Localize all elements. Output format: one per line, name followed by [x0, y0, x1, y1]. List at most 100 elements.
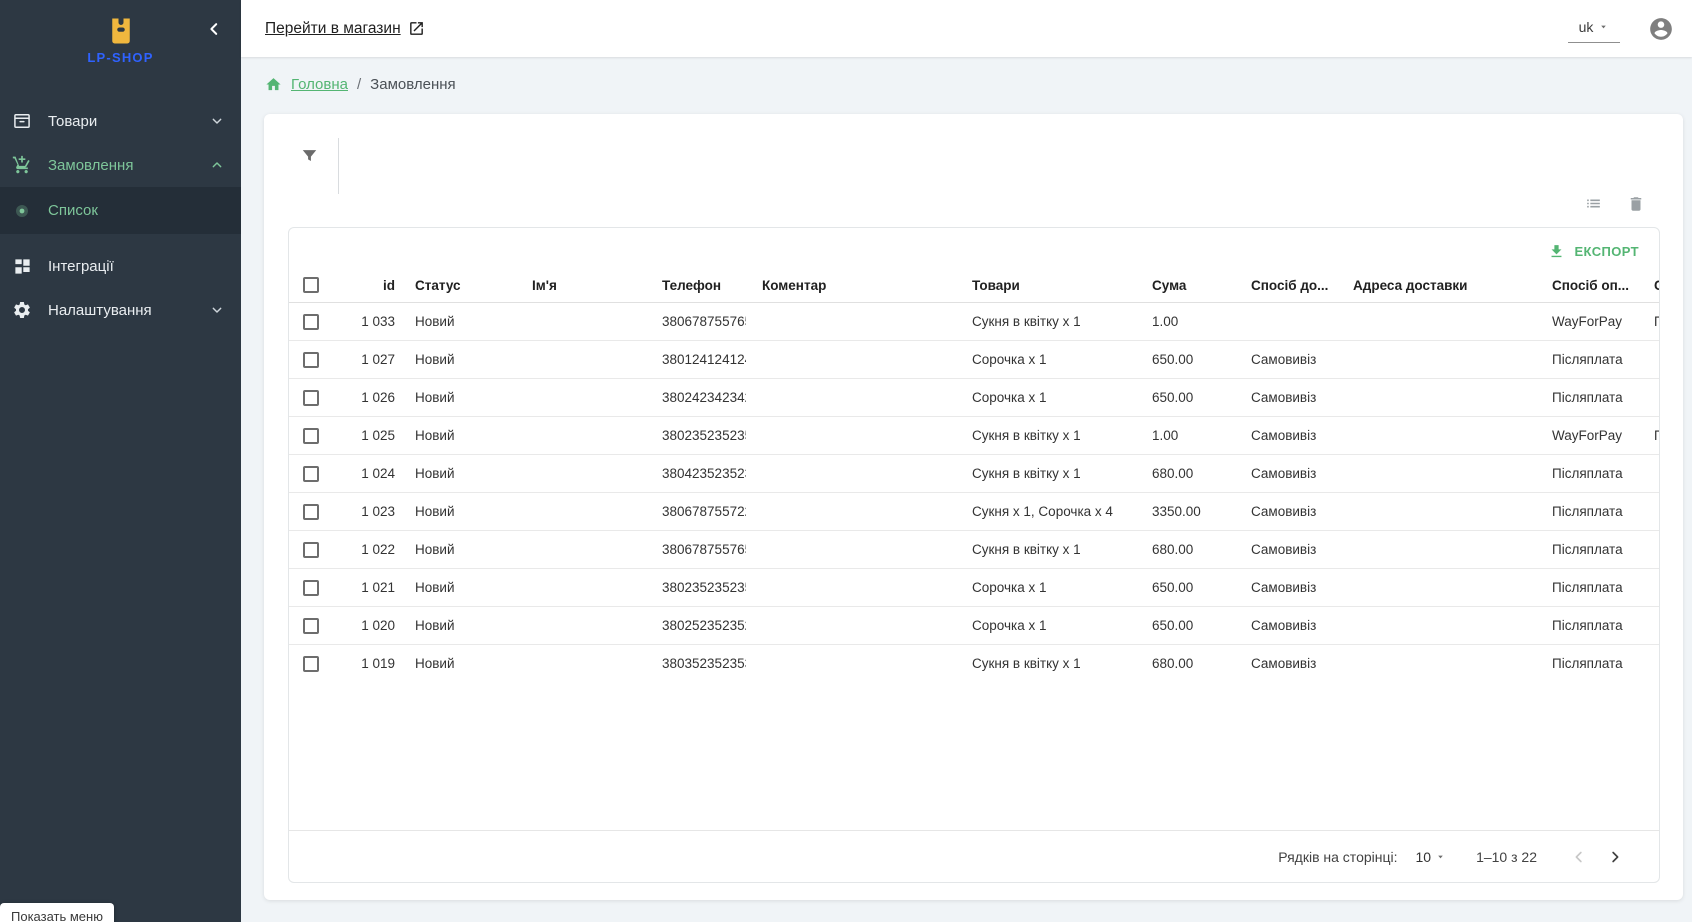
row-checkbox[interactable]	[303, 618, 319, 634]
sidebar-item-orders-list[interactable]: Список	[0, 187, 241, 234]
row-checkbox[interactable]	[303, 542, 319, 558]
row-checkbox-cell	[289, 455, 335, 493]
table-row[interactable]: 1 022Новий380678755765Сукня в квітку x 1…	[289, 531, 1659, 569]
breadcrumb-home-link[interactable]: Головна	[291, 76, 348, 93]
cell-name	[516, 303, 646, 341]
cell-address	[1337, 607, 1536, 645]
cell-id: 1 019	[335, 645, 399, 683]
next-page-button[interactable]	[1597, 839, 1633, 875]
row-checkbox[interactable]	[303, 580, 319, 596]
cell-delivery_method: Самовивіз	[1235, 607, 1337, 645]
breadcrumb: Головна / Замовлення	[265, 57, 456, 111]
cell-id: 1 021	[335, 569, 399, 607]
add-shopping-cart-icon	[10, 155, 34, 175]
caret-down-icon	[1435, 851, 1446, 862]
cell-status: Новий	[399, 341, 516, 379]
table-row[interactable]: 1 021Новий380235235235Сорочка x 1650.00С…	[289, 569, 1659, 607]
column-header-payment_status[interactable]: Ст	[1638, 268, 1659, 303]
table-row[interactable]: 1 024Новий380423523523Сукня в квітку x 1…	[289, 455, 1659, 493]
sidebar-item-integrations[interactable]: Інтеграції	[0, 244, 241, 288]
cell-payment_status	[1638, 379, 1659, 417]
cell-payment_method: Післяплата	[1536, 645, 1638, 683]
cell-name	[516, 455, 646, 493]
row-checkbox-cell	[289, 531, 335, 569]
rows-per-page-select[interactable]: 10	[1416, 849, 1447, 865]
row-checkbox-cell	[289, 645, 335, 683]
filter-button[interactable]	[300, 147, 319, 166]
cell-products: Сукня в квітку x 1	[956, 455, 1136, 493]
cell-comment	[746, 569, 956, 607]
cell-payment_method: Післяплата	[1536, 607, 1638, 645]
column-header-delivery_method[interactable]: Спосіб до...	[1235, 268, 1337, 303]
row-checkbox-cell	[289, 341, 335, 379]
nav-gap	[0, 234, 241, 244]
table-row[interactable]: 1 026Новий380242342342Сорочка x 1650.00С…	[289, 379, 1659, 417]
cell-address	[1337, 569, 1536, 607]
pagination-range: 1–10 з 22	[1476, 849, 1537, 865]
sidebar-item-products[interactable]: Товари	[0, 99, 241, 143]
cell-id: 1 033	[335, 303, 399, 341]
sidebar-item-label: Налаштування	[48, 302, 209, 319]
table-row[interactable]: 1 027Новий380124124124Сорочка x 1650.00С…	[289, 341, 1659, 379]
column-header-products[interactable]: Товари	[956, 268, 1136, 303]
sidebar-item-settings[interactable]: Налаштування	[0, 288, 241, 332]
chevron-up-icon	[209, 157, 225, 173]
cell-sum: 680.00	[1136, 455, 1235, 493]
select-all-checkbox[interactable]	[303, 277, 319, 293]
row-checkbox[interactable]	[303, 466, 319, 482]
row-checkbox-cell	[289, 569, 335, 607]
user-avatar-button[interactable]	[1648, 16, 1674, 42]
cell-sum: 1.00	[1136, 303, 1235, 341]
cell-name	[516, 645, 646, 683]
export-button[interactable]: ЕКСПОРТ	[1548, 243, 1639, 260]
column-list-button[interactable]	[1584, 194, 1603, 213]
sidebar-item-label: Список	[48, 202, 225, 219]
cell-delivery_method: Самовивіз	[1235, 531, 1337, 569]
column-header-address[interactable]: Адреса доставки	[1337, 268, 1536, 303]
row-checkbox[interactable]	[303, 504, 319, 520]
app-root: LP-SHOP Товари Замовлення	[0, 0, 1692, 922]
cell-phone: 380252352352	[646, 607, 746, 645]
table-row[interactable]: 1 019Новий380352352353Сукня в квітку x 1…	[289, 645, 1659, 683]
sidebar-item-label: Товари	[48, 113, 209, 130]
cell-delivery_method: Самовивіз	[1235, 341, 1337, 379]
cell-sum: 680.00	[1136, 645, 1235, 683]
column-header-sum[interactable]: Сума	[1136, 268, 1235, 303]
sidebar-nav: Товари Замовлення Список	[0, 99, 241, 332]
logo: LP-SHOP	[0, 0, 241, 65]
table-row[interactable]: 1 020Новий380252352352Сорочка x 1650.00С…	[289, 607, 1659, 645]
trash-icon	[1627, 195, 1645, 213]
delete-button[interactable]	[1627, 195, 1645, 213]
go-to-store-link[interactable]: Перейти в магазин	[265, 20, 425, 38]
previous-page-button	[1561, 839, 1597, 875]
row-checkbox[interactable]	[303, 352, 319, 368]
cell-id: 1 023	[335, 493, 399, 531]
table-row[interactable]: 1 025Новий380235235235Сукня в квітку x 1…	[289, 417, 1659, 455]
row-checkbox[interactable]	[303, 656, 319, 672]
cell-comment	[746, 645, 956, 683]
column-header-id[interactable]: id	[335, 268, 399, 303]
cell-phone: 380678755765	[646, 531, 746, 569]
breadcrumb-separator: /	[357, 76, 361, 93]
sidebar-item-orders[interactable]: Замовлення	[0, 143, 241, 187]
cell-payment_method: Післяплата	[1536, 531, 1638, 569]
cell-comment	[746, 531, 956, 569]
cell-phone: 380242342342	[646, 379, 746, 417]
column-header-phone[interactable]: Телефон	[646, 268, 746, 303]
collapse-sidebar-button[interactable]	[205, 20, 223, 38]
cell-products: Сорочка x 1	[956, 379, 1136, 417]
cell-sum: 650.00	[1136, 607, 1235, 645]
column-header-name[interactable]: Ім'я	[516, 268, 646, 303]
column-header-comment[interactable]: Коментар	[746, 268, 956, 303]
row-checkbox[interactable]	[303, 314, 319, 330]
language-select[interactable]: uk	[1568, 15, 1620, 43]
store-link-label: Перейти в магазин	[265, 20, 401, 38]
table-row[interactable]: 1 033Новий380678755765Сукня в квітку x 1…	[289, 303, 1659, 341]
column-header-status[interactable]: Статус	[399, 268, 516, 303]
row-checkbox[interactable]	[303, 428, 319, 444]
cell-id: 1 022	[335, 531, 399, 569]
row-checkbox[interactable]	[303, 390, 319, 406]
table-row[interactable]: 1 023Новий380678755722Сукня x 1, Сорочка…	[289, 493, 1659, 531]
column-header-payment_method[interactable]: Спосіб оп...	[1536, 268, 1638, 303]
download-icon	[1548, 243, 1565, 260]
